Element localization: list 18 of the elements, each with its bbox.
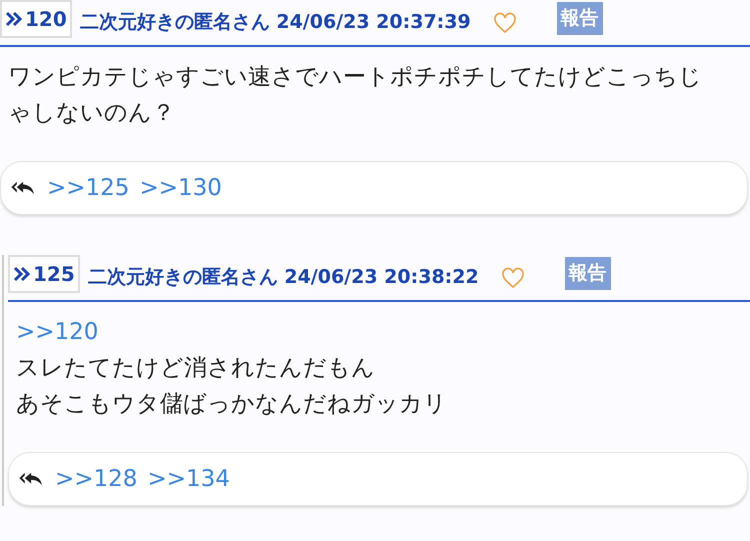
double-chevron-icon bbox=[13, 264, 31, 282]
reply-link[interactable]: >>134 bbox=[147, 462, 230, 496]
reply-link[interactable]: >>130 bbox=[139, 170, 222, 206]
reply-link[interactable]: >>125 bbox=[47, 170, 130, 206]
heart-icon[interactable] bbox=[500, 266, 525, 290]
post-number-link[interactable]: 120 bbox=[0, 0, 72, 38]
post-author-date: 二次元好きの匿名さん 24/06/23 20:37:39 bbox=[80, 10, 471, 36]
double-chevron-icon bbox=[5, 10, 23, 28]
post-text: あそこもウタ儲ばっかなんだねガッカリ bbox=[16, 390, 448, 419]
post-text: ワンピカテじゃすごい速さでハートポチポチしてたけどこっちじゃしないのん？ bbox=[8, 63, 703, 128]
post-author-date: 二次元好きの匿名さん 24/06/23 20:38:22 bbox=[88, 265, 479, 290]
report-button[interactable]: 報告 bbox=[564, 257, 611, 290]
quote-link[interactable]: >>120 bbox=[16, 314, 710, 350]
report-button[interactable]: 報告 bbox=[556, 2, 603, 35]
heart-icon[interactable] bbox=[492, 10, 517, 34]
reply-link[interactable]: >>128 bbox=[55, 462, 138, 496]
post-text: スレたてたけど消されたんだもん bbox=[16, 354, 376, 383]
post-number-link[interactable]: 125 bbox=[8, 254, 80, 292]
